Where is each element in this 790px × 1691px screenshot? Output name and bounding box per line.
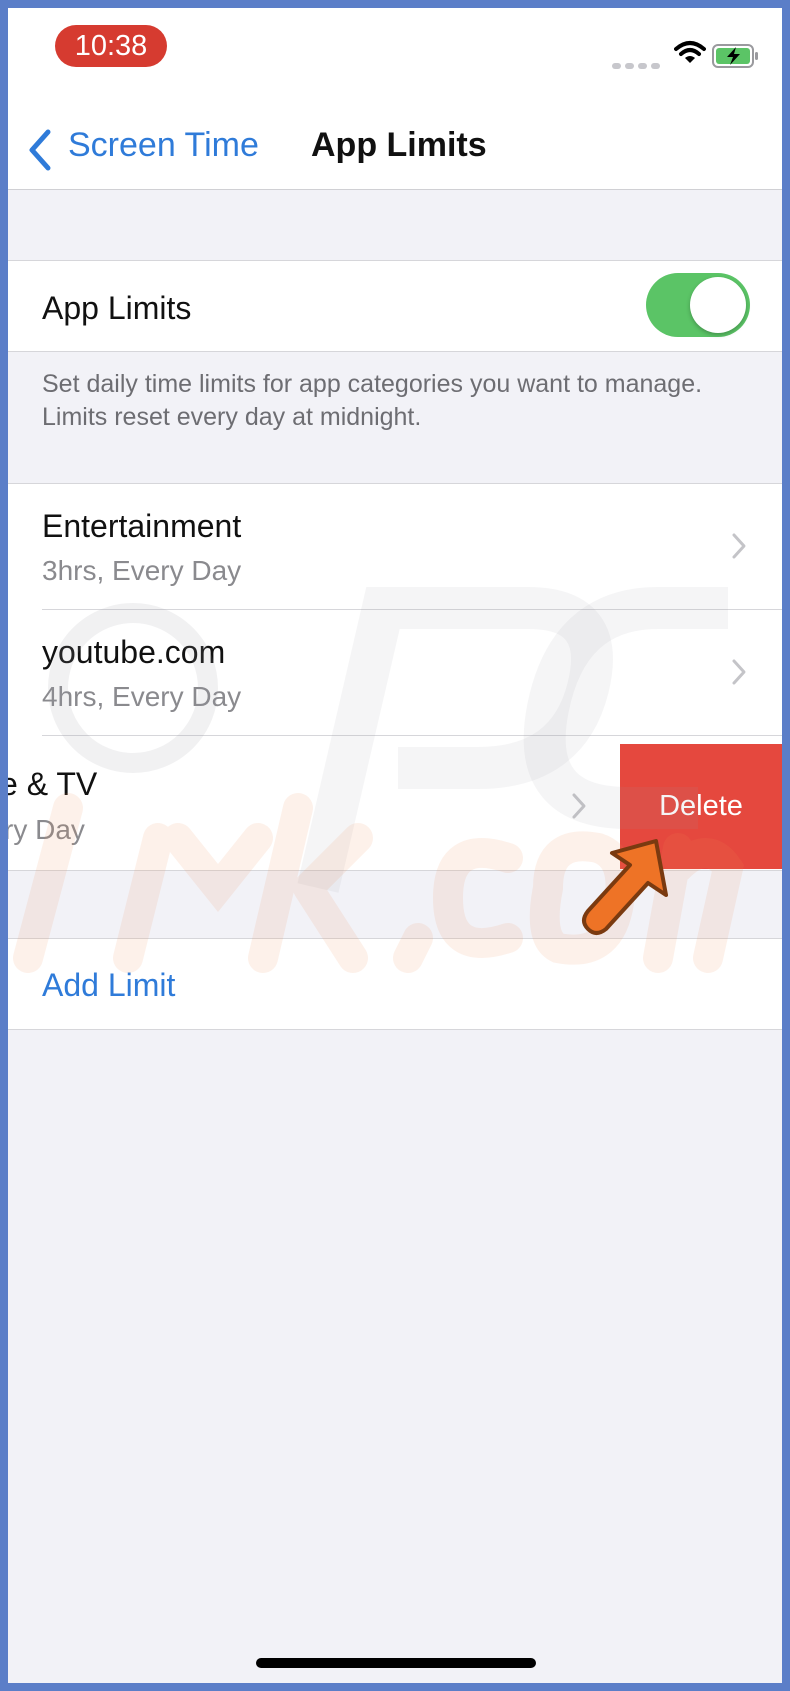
app-limits-label: App Limits	[42, 290, 192, 326]
add-limit-row[interactable]: Add Limit	[8, 938, 782, 1030]
add-limit-button[interactable]: Add Limit	[42, 967, 175, 1004]
app-limits-toggle[interactable]	[646, 273, 750, 337]
chevron-right-icon	[732, 533, 746, 559]
wifi-icon	[674, 41, 706, 63]
list-item[interactable]: youtube.com 4hrs, Every Day	[8, 610, 782, 735]
toggle-knob	[690, 277, 746, 333]
battery-charging-icon	[712, 44, 758, 68]
row-divider	[42, 735, 782, 736]
cellular-signal-icon	[612, 56, 664, 74]
chevron-right-icon	[732, 659, 746, 685]
limit-title: e & TV	[8, 766, 98, 802]
limit-title: youtube.com	[42, 634, 226, 670]
status-time: 10:38	[55, 25, 167, 67]
chevron-right-icon	[572, 793, 586, 819]
back-button[interactable]: Screen Time	[68, 126, 259, 165]
limit-subtitle: 3hrs, Every Day	[42, 555, 242, 586]
screen: 10:38 Screen Time App Limits App Limits …	[8, 8, 782, 1683]
limit-title: Entertainment	[42, 508, 242, 544]
page-title: App Limits	[311, 126, 487, 164]
limit-subtitle: ry Day	[8, 814, 85, 845]
pointer-arrow-icon	[582, 839, 668, 935]
app-limits-description: Set daily time limits for app categories…	[42, 370, 703, 431]
list-item[interactable]: Entertainment 3hrs, Every Day	[8, 484, 782, 609]
navigation-bar: 10:38 Screen Time App Limits	[8, 8, 782, 190]
app-limits-toggle-row: App Limits	[8, 260, 782, 352]
home-indicator[interactable]	[256, 1658, 536, 1668]
back-chevron-icon[interactable]	[26, 128, 56, 172]
limit-subtitle: 4hrs, Every Day	[42, 681, 242, 712]
limits-list: Entertainment 3hrs, Every Day youtube.co…	[8, 483, 782, 871]
